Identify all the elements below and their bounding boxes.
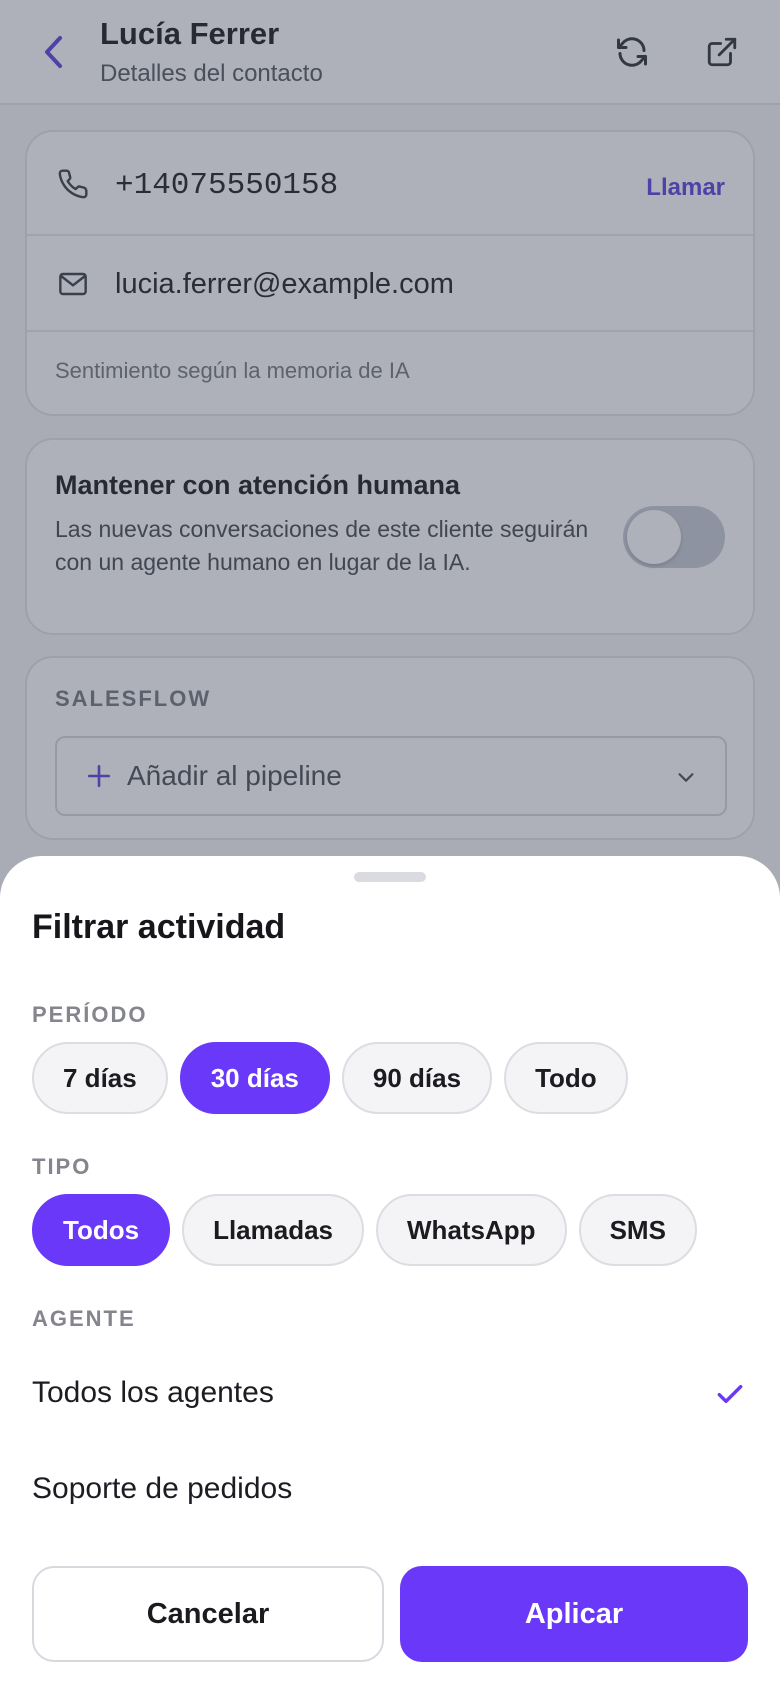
period-label: PERÍODO — [32, 1002, 148, 1027]
agent-label: AGENTE — [32, 1306, 136, 1331]
period-chip[interactable]: Todo — [504, 1042, 628, 1114]
sheet-drag-handle[interactable] — [354, 872, 426, 882]
type-chip[interactable]: WhatsApp — [376, 1194, 567, 1266]
period-chip[interactable]: 90 días — [341, 1042, 493, 1114]
agent-option-label: Todos los agentes — [32, 1376, 274, 1409]
agent-option[interactable]: Soporte de pedidos — [32, 1446, 748, 1536]
period-chip[interactable]: 7 días — [32, 1042, 168, 1114]
filter-bottom-sheet: Filtrar actividad PERÍODO 7 días 30 días… — [0, 856, 780, 1688]
sheet-title: Filtrar actividad — [32, 908, 286, 946]
apply-button[interactable]: Aplicar — [400, 1566, 748, 1662]
cancel-button[interactable]: Cancelar — [32, 1566, 384, 1662]
agent-option-label: Soporte de pedidos — [32, 1472, 293, 1505]
type-chip[interactable]: Llamadas — [182, 1194, 365, 1266]
agent-option-selected[interactable]: Todos los agentes — [32, 1350, 748, 1440]
period-chip-selected[interactable]: 30 días — [179, 1042, 330, 1114]
type-chip[interactable]: SMS — [578, 1194, 697, 1266]
period-chips: 7 días 30 días 90 días Todo — [32, 1042, 628, 1114]
checkmark-icon — [712, 1376, 748, 1412]
type-chips: Todos Llamadas WhatsApp SMS — [32, 1194, 697, 1266]
type-chip-selected[interactable]: Todos — [32, 1194, 171, 1266]
type-label: TIPO — [32, 1154, 92, 1179]
